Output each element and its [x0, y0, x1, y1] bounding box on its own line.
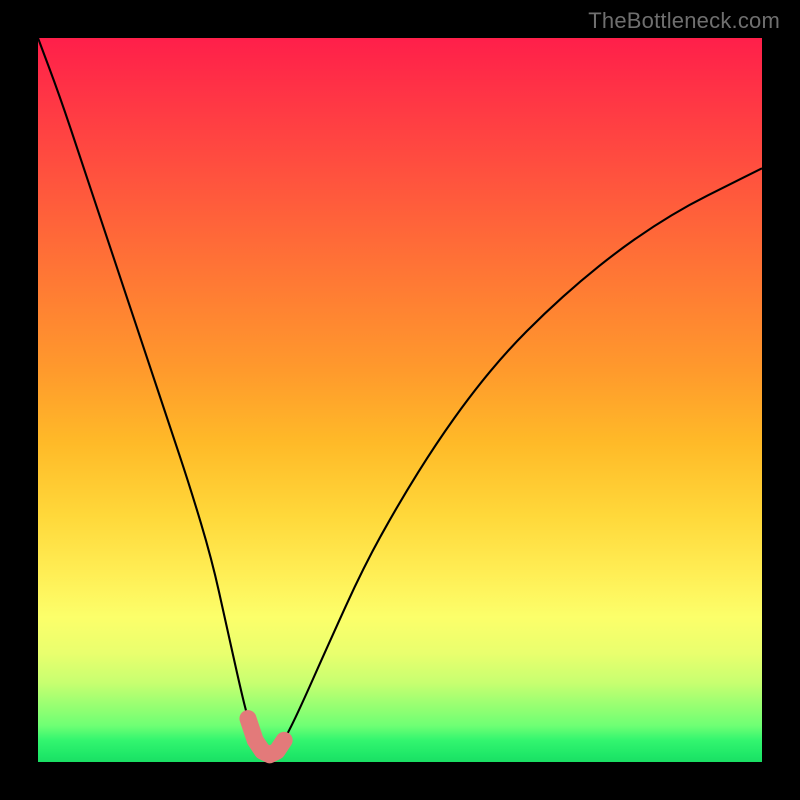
- watermark-text: TheBottleneck.com: [588, 8, 780, 34]
- curve-svg: [38, 38, 762, 762]
- optimal-range-marker: [248, 719, 284, 755]
- plot-area: [38, 38, 762, 762]
- chart-frame: TheBottleneck.com: [0, 0, 800, 800]
- bottleneck-curve: [38, 38, 762, 754]
